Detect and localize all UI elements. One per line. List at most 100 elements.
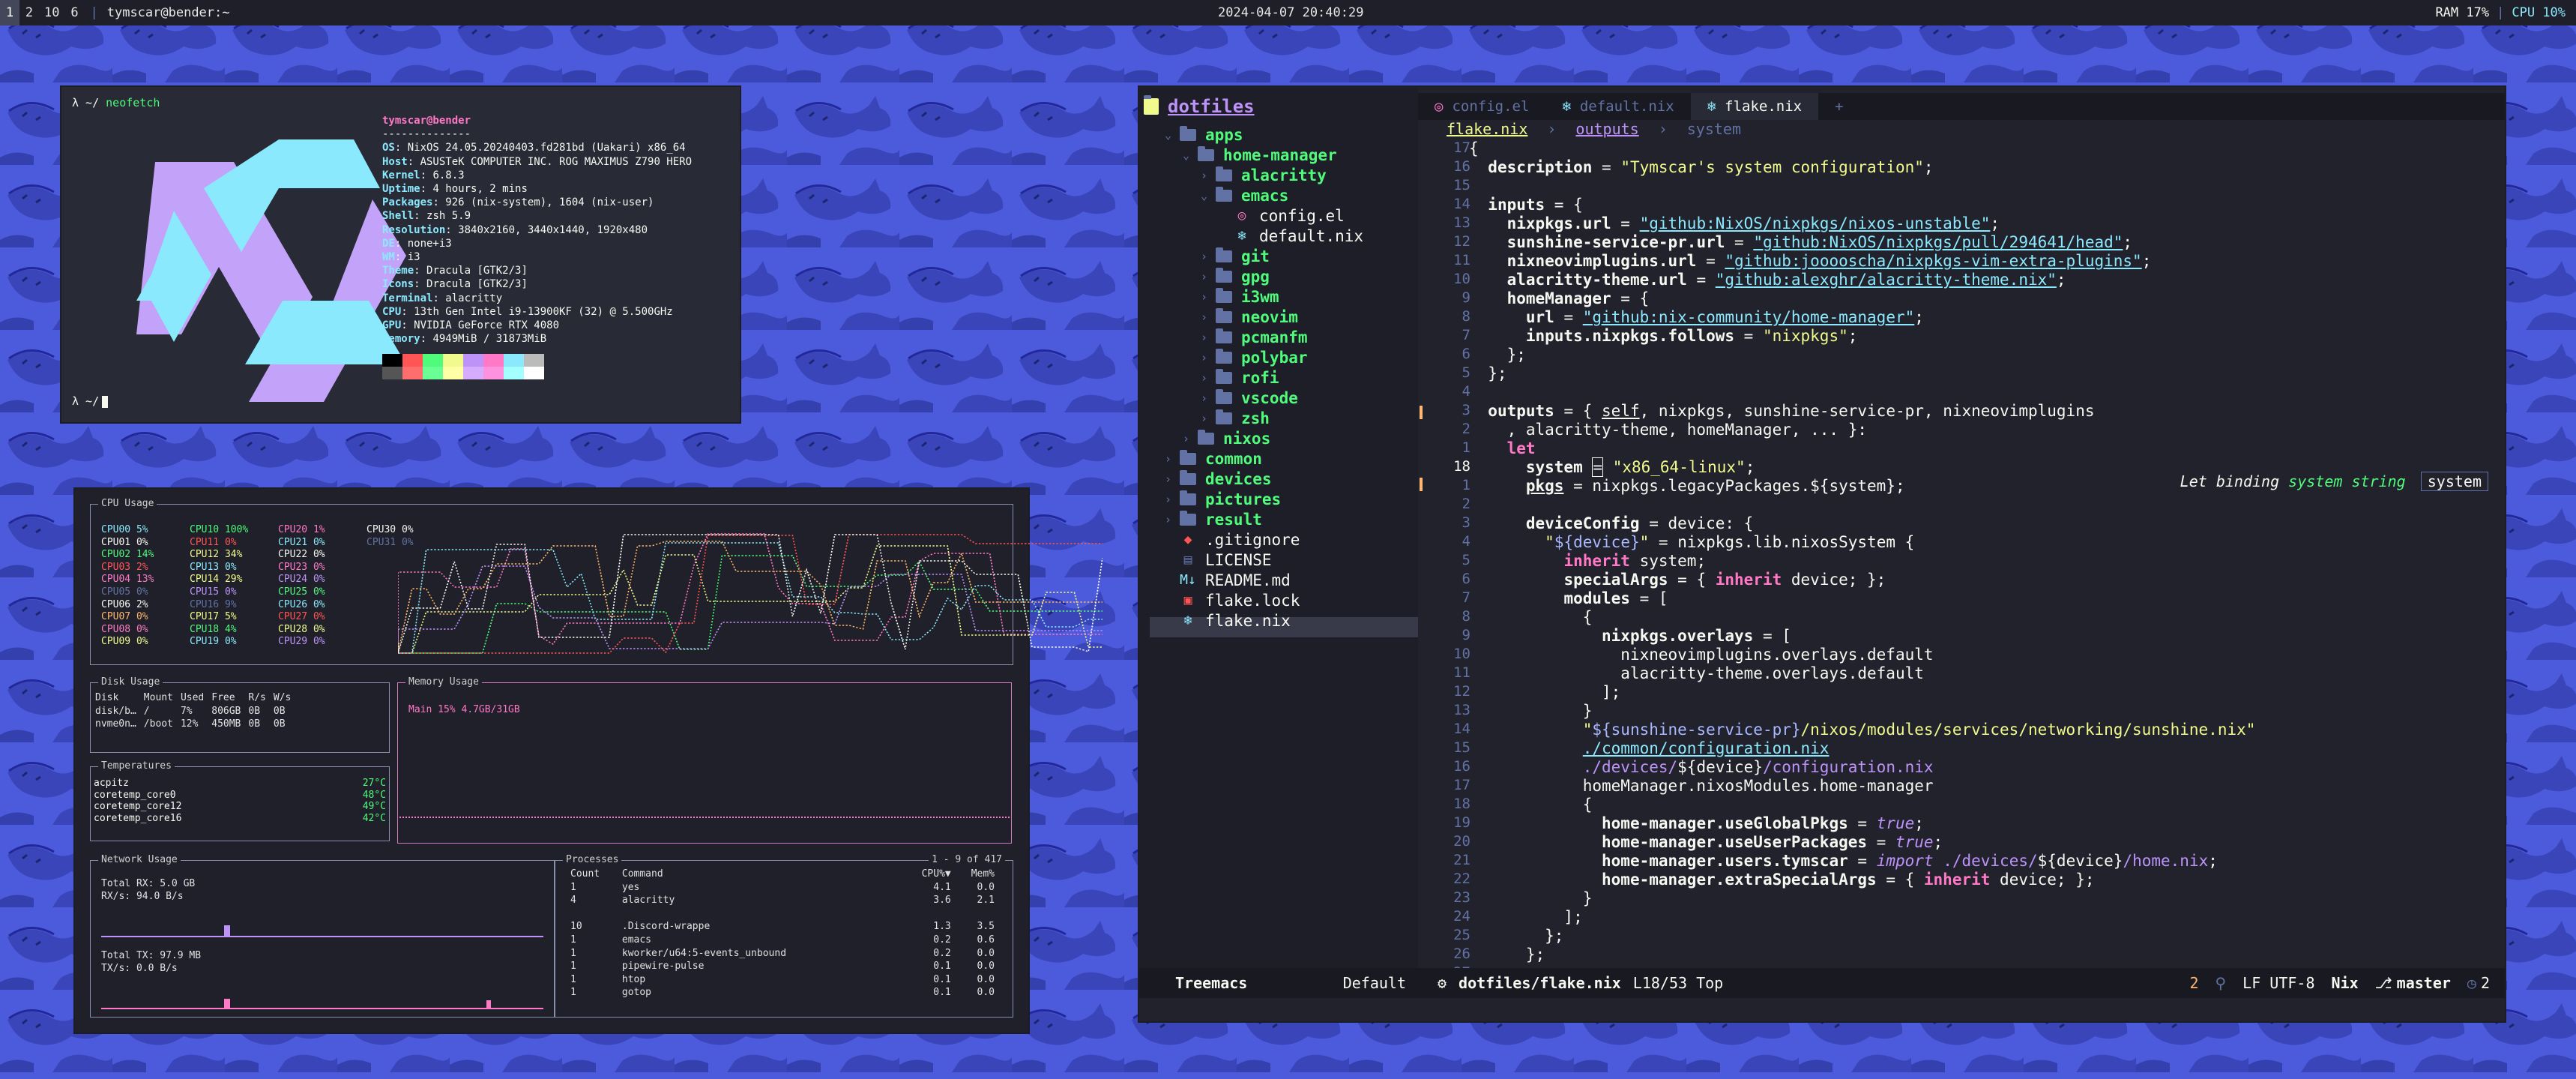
code-line: sunshine-service-pr.url = "github:NixOS/… bbox=[1506, 233, 2133, 251]
workspace-button[interactable]: 6 bbox=[64, 0, 84, 25]
tree-folder[interactable]: ⌄ apps bbox=[1165, 124, 1243, 145]
info-colon: : bbox=[401, 305, 414, 318]
treemacs-root[interactable]: dotfiles bbox=[1144, 94, 1255, 117]
table-row: nvme0n… /boot 12% 450MB 0B 0B bbox=[95, 718, 297, 730]
tree-file[interactable]: ▤ LICENSE bbox=[1165, 550, 1272, 570]
tree-folder[interactable]: › alacritty bbox=[1201, 165, 1327, 185]
crumb-outputs[interactable]: outputs bbox=[1575, 120, 1638, 139]
table-cell bbox=[570, 908, 621, 920]
system-info: tymscar@bender -------------- OS: NixOS … bbox=[382, 114, 692, 346]
table-header[interactable]: Count bbox=[570, 868, 621, 880]
git-branch[interactable]: master bbox=[2397, 974, 2451, 992]
cpu-core-value: 0% bbox=[136, 611, 148, 623]
tree-file[interactable]: ◎ config.el bbox=[1219, 205, 1345, 226]
info-key: Terminal bbox=[382, 292, 433, 304]
box-label: Temperatures bbox=[98, 760, 175, 772]
tab-config.el[interactable]: ◎ config.el bbox=[1418, 93, 1545, 120]
cpu-core: CPU19 0% bbox=[190, 636, 278, 649]
tree-file[interactable]: M↓ README.md bbox=[1165, 570, 1291, 590]
line-number: 3 bbox=[1462, 514, 1471, 531]
code-line: { bbox=[1469, 139, 1479, 157]
folder-name: home-manager bbox=[1223, 145, 1337, 164]
tx-graph-spike bbox=[486, 1000, 491, 1008]
process-row[interactable]: 1 yes 4.1 0.0 bbox=[570, 882, 1002, 894]
tree-folder[interactable]: › zsh bbox=[1201, 408, 1270, 428]
tree-folder[interactable]: › polybar bbox=[1201, 347, 1308, 367]
disk-usage-box: Disk Usage Disk Mount Used Free R/s W/s disk/b… bbox=[90, 676, 390, 753]
table-header[interactable]: Command bbox=[622, 868, 907, 880]
emacs-window[interactable]: dotfiles ⌄ apps ⌄ home-manager › alacritty ⌄ em… bbox=[1139, 87, 2505, 1021]
process-table[interactable]: Count Command CPU%▼ Mem% 1 yes 4.1 0.0 4 alacritt… bbox=[569, 867, 1004, 1000]
sensor-value: 48°C bbox=[362, 789, 386, 801]
process-row[interactable] bbox=[570, 908, 1002, 920]
cpu-core-name: CPU03 bbox=[101, 561, 131, 573]
crumb-file[interactable]: flake.nix bbox=[1447, 120, 1527, 139]
code-line: homeManager.nixosModules.home-manager bbox=[1469, 777, 1934, 795]
table-header[interactable]: Mem% bbox=[960, 868, 1002, 880]
tree-folder[interactable]: › devices bbox=[1165, 469, 1272, 489]
tree-folder[interactable]: ⌄ home-manager bbox=[1183, 145, 1337, 165]
table-header[interactable]: CPU%▼ bbox=[908, 868, 959, 880]
tree-folder[interactable]: › pictures bbox=[1165, 489, 1281, 509]
tree-folder[interactable]: › git bbox=[1201, 246, 1270, 266]
tab-default.nix[interactable]: ❄ default.nix bbox=[1545, 93, 1690, 120]
tree-folder[interactable]: › neovim bbox=[1201, 307, 1298, 327]
tree-folder[interactable]: › pcmanfm bbox=[1201, 327, 1308, 347]
tree-file[interactable]: ❄ flake.nix bbox=[1165, 610, 1291, 631]
process-row[interactable]: 1 htop 0.1 0.0 bbox=[570, 974, 1002, 986]
folder-icon bbox=[1216, 348, 1232, 364]
table-cell: kworker/u64:5-events_unbound bbox=[621, 947, 787, 959]
tree-folder[interactable]: › rofi bbox=[1201, 367, 1279, 388]
process-row[interactable]: 1 pipewire-pulse 0.1 0.0 bbox=[570, 961, 1002, 973]
line-number: 13 bbox=[1453, 214, 1471, 231]
box-label: Disk Usage bbox=[98, 676, 163, 688]
info-row: DE: none+i3 bbox=[382, 237, 692, 250]
buffer-state-icon: ⚙ bbox=[1438, 974, 1447, 992]
line-number: 10 bbox=[1453, 271, 1471, 287]
process-row[interactable]: 1 kworker/u64:5-events_unbound 0.2 0.0 bbox=[570, 948, 1002, 960]
tree-folder[interactable]: › vscode bbox=[1201, 388, 1298, 408]
btop-window[interactable]: CPU Usage CPU00 5% CPU10 100% CPU20 1% CPU3… bbox=[75, 489, 1103, 1033]
tree-file[interactable]: ◆ .gitignore bbox=[1165, 529, 1300, 550]
folder-name: rofi bbox=[1241, 368, 1279, 387]
encoding[interactable]: LF UTF-8 bbox=[2242, 974, 2314, 992]
cpu-core-name: CPU04 bbox=[101, 574, 131, 586]
workspace-button[interactable]: 2 bbox=[19, 0, 39, 25]
tree-folder[interactable]: ⌄ emacs bbox=[1201, 185, 1288, 205]
process-row[interactable]: 10 .Discord-wrappe 1.3 3.5 bbox=[570, 921, 1002, 933]
tab-flake.nix[interactable]: ❄ flake.nix bbox=[1690, 93, 1819, 120]
prompt-command: neofetch bbox=[106, 96, 160, 109]
info-row: Theme: Dracula [GTK2/3] bbox=[382, 264, 692, 277]
tree-file[interactable]: ❄ default.nix bbox=[1219, 226, 1364, 246]
workspace-button[interactable]: 1 bbox=[0, 0, 19, 25]
tree-folder[interactable]: › i3wm bbox=[1201, 286, 1279, 307]
tree-file[interactable]: ▣ flake.lock bbox=[1165, 590, 1300, 610]
lsp-icon: ⚲ bbox=[2215, 974, 2227, 992]
cpu-graph-line bbox=[398, 565, 1103, 649]
line-number: 15 bbox=[1453, 739, 1471, 756]
process-row[interactable]: 4 alacritty 3.6 2.1 bbox=[570, 895, 1002, 907]
treemacs-sidebar[interactable]: dotfiles ⌄ apps ⌄ home-manager › alacritty ⌄ em… bbox=[1139, 87, 1418, 979]
workspace-button[interactable]: 10 bbox=[39, 0, 64, 25]
line-number: 18 bbox=[1453, 796, 1471, 812]
cpu-core-name: CPU19 bbox=[190, 636, 220, 648]
info-value: NixOS 24.05.20240403.fd281bd (Uakari) x8… bbox=[407, 142, 686, 154]
tree-folder[interactable]: › common bbox=[1165, 448, 1262, 469]
new-tab-button[interactable]: + bbox=[1818, 93, 1859, 120]
cpu-core-value: 14% bbox=[136, 549, 154, 561]
major-mode[interactable]: Nix bbox=[2331, 974, 2358, 992]
process-row[interactable]: 1 emacs 0.2 0.6 bbox=[570, 934, 1002, 946]
cpu-core-name: CPU27 bbox=[278, 611, 308, 623]
process-row[interactable]: 1 gotop 0.1 0.0 bbox=[570, 987, 1002, 999]
warning-count[interactable]: 2 bbox=[2189, 974, 2198, 992]
tree-folder[interactable]: › nixos bbox=[1183, 428, 1270, 448]
tab-bar[interactable]: ◎ config.el ❄ default.nix ❄ flake.nix + bbox=[1418, 93, 2505, 120]
error-count[interactable]: 2 bbox=[2481, 974, 2490, 992]
color-swatch bbox=[382, 367, 402, 379]
crumb-system[interactable]: system bbox=[1687, 120, 1741, 139]
shell-prompt[interactable]: λ ~/ bbox=[72, 394, 109, 408]
tree-folder[interactable]: › result bbox=[1165, 509, 1262, 529]
buffer-file-name[interactable]: dotfiles/flake.nix bbox=[1459, 974, 1621, 992]
neofetch-terminal-window[interactable]: λ ~/ neofetch tymscar@bender -----------… bbox=[61, 87, 740, 422]
tree-folder[interactable]: › gpg bbox=[1201, 266, 1270, 286]
